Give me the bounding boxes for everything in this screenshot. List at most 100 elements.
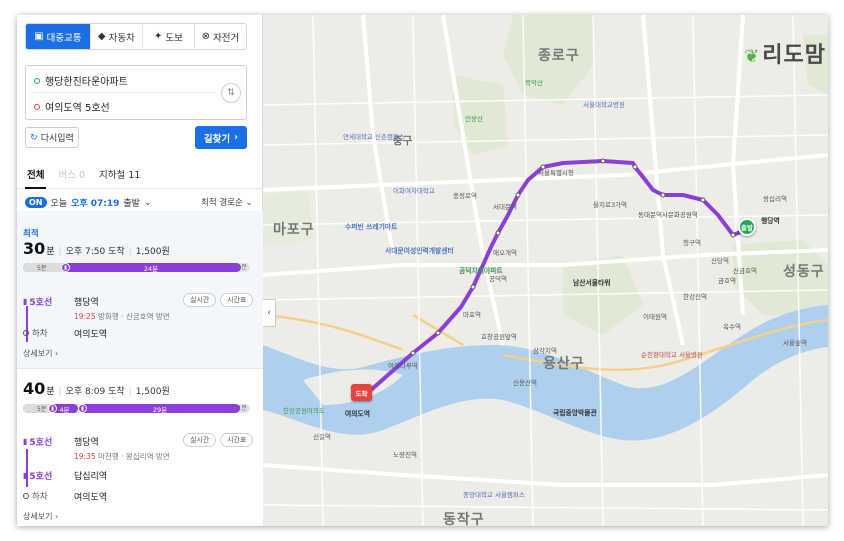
station-label: 신용산역 <box>513 379 537 387</box>
train-info: 19:25 방화행 · 신금호역 방면 <box>74 312 170 321</box>
realtime-button[interactable]: 실시간 <box>183 293 217 307</box>
subway-time: 24분 <box>143 264 159 273</box>
timetable-button[interactable]: 시간표 <box>220 433 254 447</box>
best-route-tag: 최적 <box>23 229 39 239</box>
walk-end-time: 1분 <box>237 405 247 412</box>
subway-icon: ▮ <box>61 263 70 272</box>
station-label: 동대문역사문화공원역 <box>638 211 698 219</box>
map-view[interactable]: 종로구 마포구 용산구 성동구 동작구 중구 서울특별시청 서대문역 을지로3가… <box>263 15 828 526</box>
route-result-card[interactable]: 40분 |오후 8:09 도착 |1,500원 ⚲ 5분 4분 ▮ 29분 ▮ … <box>17 368 263 526</box>
mode-transit[interactable]: ▣ 대중교통 <box>26 24 91 49</box>
walk-start-time: 5분 <box>37 406 47 413</box>
destination-field[interactable]: 여의도역 5호선 <box>34 99 110 114</box>
transfer-station[interactable]: 답십리역 <box>74 469 107 482</box>
duration-minutes: 40 <box>23 379 46 398</box>
mode-label: 도보 <box>165 32 183 44</box>
walk-icon: ✦ <box>153 31 163 42</box>
station-label: 여의나루역 <box>388 362 418 370</box>
sort-dropdown[interactable]: 최적 경로순 ⌄ <box>201 196 253 208</box>
divider <box>32 92 216 93</box>
on-toggle[interactable]: ON <box>25 197 47 208</box>
separator: | <box>58 247 62 257</box>
search-label: 길찾기 <box>203 133 231 145</box>
station-label: 옥수역 <box>723 323 741 331</box>
tab-bus[interactable]: 버스 0 <box>58 163 85 188</box>
app-frame: ▣ 대중교통 ◆ 자동차 ✦ 도보 ⊗ 자전거 행당한진타운아파트 여의도역 5호선 ⇅… <box>17 15 828 526</box>
mode-label: 자동차 <box>108 32 135 44</box>
origin-dot-icon <box>34 77 40 84</box>
search-route-button[interactable]: 길찾기 › <box>195 126 247 149</box>
timetable-button[interactable]: 시간표 <box>220 293 254 307</box>
mode-car[interactable]: ◆ 자동차 <box>91 24 143 49</box>
subway-icon: ▮ <box>48 404 57 413</box>
station-label: 금호역 <box>718 277 736 285</box>
route-timeline-bar: ⚲ 5분 4분 ▮ 29분 ▮ 1분 <box>23 404 250 414</box>
station-label: 한강진역 <box>683 293 707 301</box>
poi-label: 순천향대학교 서울병원 <box>641 351 703 359</box>
route-result-card[interactable]: 최적 30분 |오후 7:50 도착 |1,500원 ⚲ 5분 24분 ▮ 1분… <box>17 211 263 368</box>
bus-icon: ▣ <box>34 31 44 42</box>
directions-panel: ▣ 대중교통 ◆ 자동차 ✦ 도보 ⊗ 자전거 행당한진타운아파트 여의도역 5호선 ⇅… <box>17 15 263 526</box>
tab-all[interactable]: 전체 <box>24 163 48 189</box>
destination-dot-icon <box>34 103 40 110</box>
mode-walk[interactable]: ✦ 도보 <box>143 24 195 49</box>
station-label: 여의도역 <box>345 410 371 418</box>
train-heading: 신금호역 방면 <box>125 312 170 321</box>
origin-field[interactable]: 행당한진타운아파트 <box>34 73 128 88</box>
arrival-marker[interactable]: 도착 <box>351 384 372 401</box>
departure-time-selector[interactable]: ON 오늘 오후 07:19 출발 ⌄ <box>25 196 152 209</box>
details-link[interactable]: 상세보기 › <box>23 348 58 359</box>
alight-station[interactable]: 여의도역 <box>74 490 107 503</box>
alight-text: 하차 <box>32 329 48 339</box>
subway-icon: ▮ <box>78 404 87 413</box>
station-label: 청구역 <box>683 239 701 247</box>
subway-icon: ▮ <box>23 297 28 306</box>
separator: | <box>58 387 62 397</box>
line-label: 5호선 <box>29 438 53 448</box>
station-label: 행당역 <box>761 217 780 225</box>
mode-label: 대중교통 <box>46 32 82 44</box>
poi-label: 서대문여성인력개발센터 <box>385 247 454 255</box>
duration-unit: 분 <box>46 247 55 257</box>
car-icon: ◆ <box>97 31 106 42</box>
duration-minutes: 30 <box>23 239 46 258</box>
walk-start-time: 5분 <box>37 265 47 272</box>
station-label: 신금호역 <box>733 267 757 275</box>
realtime-button[interactable]: 실시간 <box>183 433 217 447</box>
mode-bike[interactable]: ⊗ 자전거 <box>195 24 246 49</box>
watermark-logo: ❦리도맘 <box>744 37 826 69</box>
poi-label: 북악산 <box>525 79 543 87</box>
station-label: 삼각지역 <box>533 347 557 355</box>
arrival-time: 오후 7:50 도착 <box>65 247 125 257</box>
alight-label: 하차 <box>23 327 48 339</box>
route-timeline-bar: ⚲ 5분 24분 ▮ 1분 <box>23 263 250 273</box>
reset-button[interactable]: ↻ 다시입력 <box>25 127 79 148</box>
subway-time: 29분 <box>152 405 168 414</box>
alight-text: 하차 <box>32 492 48 502</box>
chevron-left-icon: ‹ <box>267 308 271 318</box>
walk-end-time: 1분 <box>237 264 247 271</box>
station-label: 을지로3가역 <box>593 201 628 209</box>
poi-label: 인왕산 <box>465 115 483 123</box>
alight-station[interactable]: 여의도역 <box>74 327 107 340</box>
train-time: 19:35 <box>74 452 96 461</box>
station-label: 서울특별시청 <box>538 169 574 177</box>
line-label: 5호선 <box>29 298 53 308</box>
boarding-station[interactable]: 행당역 <box>74 435 99 448</box>
district-label: 종로구 <box>538 48 580 64</box>
details-link[interactable]: 상세보기 › <box>23 511 58 522</box>
boarding-station[interactable]: 행당역 <box>74 295 99 308</box>
district-label: 동작구 <box>443 512 485 526</box>
tab-subway[interactable]: 지하철 11 <box>99 163 140 188</box>
poi-label: 한강공원여의도 <box>283 407 325 415</box>
swap-icon[interactable]: ⇅ <box>221 83 241 103</box>
station-label: 이태원역 <box>643 313 667 321</box>
collapse-panel-button[interactable]: ‹ <box>263 299 276 327</box>
origin-text: 행당한진타운아파트 <box>45 77 128 88</box>
subway-time: 4분 <box>59 405 70 414</box>
departure-marker[interactable]: 출발 <box>738 218 756 236</box>
station-label: 신길역 <box>313 433 331 441</box>
district-label: 용산구 <box>543 356 585 372</box>
district-label: 마포구 <box>273 222 315 238</box>
transport-mode-tabs: ▣ 대중교통 ◆ 자동차 ✦ 도보 ⊗ 자전거 <box>25 23 247 50</box>
